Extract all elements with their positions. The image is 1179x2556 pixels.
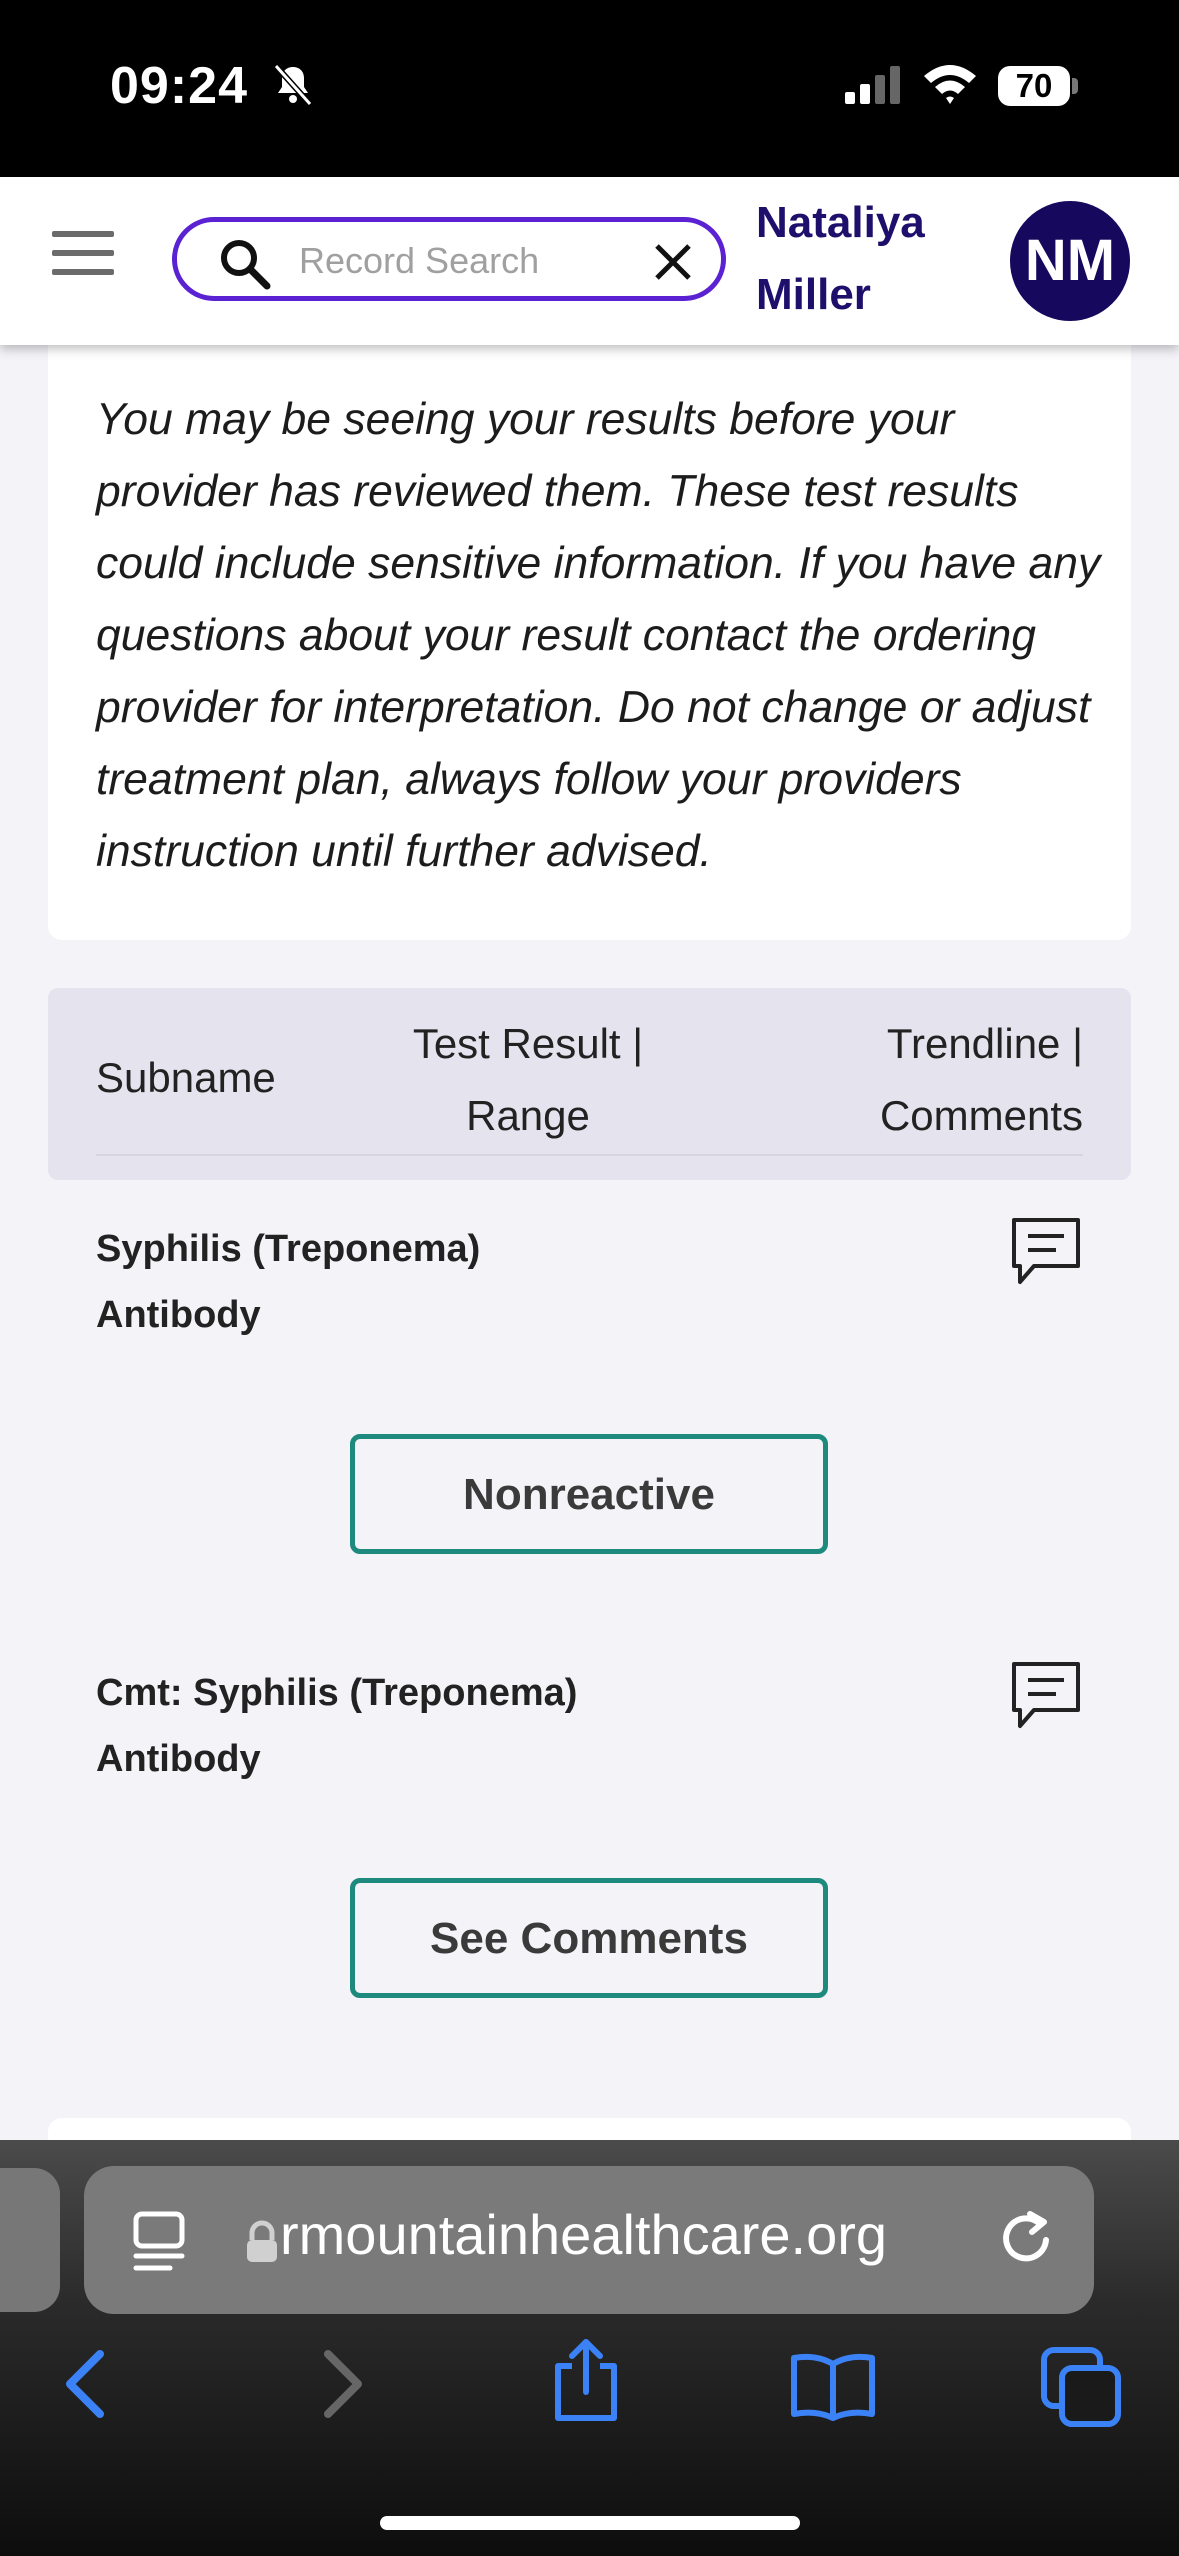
lock-icon — [244, 2220, 280, 2269]
battery-tip — [1072, 78, 1078, 94]
result-row-title-line2: Antibody — [96, 1738, 261, 1780]
column-header-trendline-line2: Comments — [879, 1092, 1083, 1139]
result-row-title-line1: Cmt: Syphilis (Treponema) — [96, 1672, 578, 1714]
result-row-title-line2: Antibody — [96, 1294, 261, 1336]
avatar[interactable]: NM — [1010, 201, 1130, 321]
cellular-signal-icon — [845, 64, 901, 109]
hamburger-menu-icon[interactable] — [52, 231, 114, 277]
column-header-subname: Subname — [96, 1054, 276, 1101]
comment-icon[interactable] — [1008, 1658, 1084, 1739]
forward-icon[interactable] — [312, 2344, 372, 2429]
results-disclaimer-card: You may be seeing your results before yo… — [48, 340, 1131, 940]
see-comments-button[interactable]: See Comments — [350, 1878, 828, 1998]
url-text: rmountainhealthcare.org — [280, 2203, 888, 2266]
status-bar: 09:24 70 — [0, 0, 1179, 177]
status-time: 09:24 — [110, 57, 248, 115]
clear-search-icon[interactable] — [653, 242, 693, 287]
user-first-name: Nataliya — [756, 198, 925, 247]
result-row-title: Cmt: Syphilis (Treponema) Antibody — [96, 1660, 656, 1792]
results-table-header: Subname Test Result | Range Trendline | … — [48, 988, 1131, 1180]
browser-toolbar: rmountainhealthcare.org — [0, 2140, 1179, 2556]
bookmarks-icon[interactable] — [788, 2352, 878, 2427]
share-icon[interactable] — [548, 2336, 624, 2429]
wifi-icon — [922, 62, 978, 111]
battery-indicator: 70 — [998, 66, 1070, 106]
search-icon — [217, 236, 273, 297]
result-nonreactive-button[interactable]: Nonreactive — [350, 1434, 828, 1554]
address-bar[interactable]: rmountainhealthcare.org — [84, 2166, 1094, 2314]
previous-tab-preview[interactable] — [0, 2168, 60, 2312]
tabs-icon[interactable] — [1038, 2344, 1124, 2435]
user-name[interactable]: Nataliya Miller — [756, 187, 956, 331]
comment-icon[interactable] — [1008, 1214, 1084, 1295]
user-last-name: Miller — [756, 270, 871, 319]
column-header-trendline: Trendline | Comments — [880, 1008, 1083, 1152]
result-row-title: Syphilis (Treponema) Antibody — [96, 1216, 656, 1348]
column-header-test-result-line1: Test Result | — [412, 1020, 644, 1067]
bell-muted-icon — [270, 62, 316, 113]
back-icon[interactable] — [56, 2344, 116, 2429]
header-divider — [96, 1154, 1083, 1156]
home-indicator[interactable] — [380, 2516, 800, 2530]
record-search-input[interactable] — [297, 232, 631, 290]
column-header-test-result-line2: Range — [466, 1092, 590, 1139]
result-row-title-line1: Syphilis (Treponema) — [96, 1228, 481, 1270]
disclaimer-text: You may be seeing your results before yo… — [96, 395, 1101, 876]
column-header-test-result: Test Result | Range — [338, 1008, 718, 1152]
reload-icon[interactable] — [994, 2206, 1058, 2275]
column-header-trendline-line1: Trendline | — [886, 1020, 1083, 1067]
app-header: Nataliya Miller NM — [0, 177, 1179, 345]
reader-mode-icon[interactable] — [130, 2210, 188, 2277]
record-search-box[interactable] — [172, 217, 726, 301]
